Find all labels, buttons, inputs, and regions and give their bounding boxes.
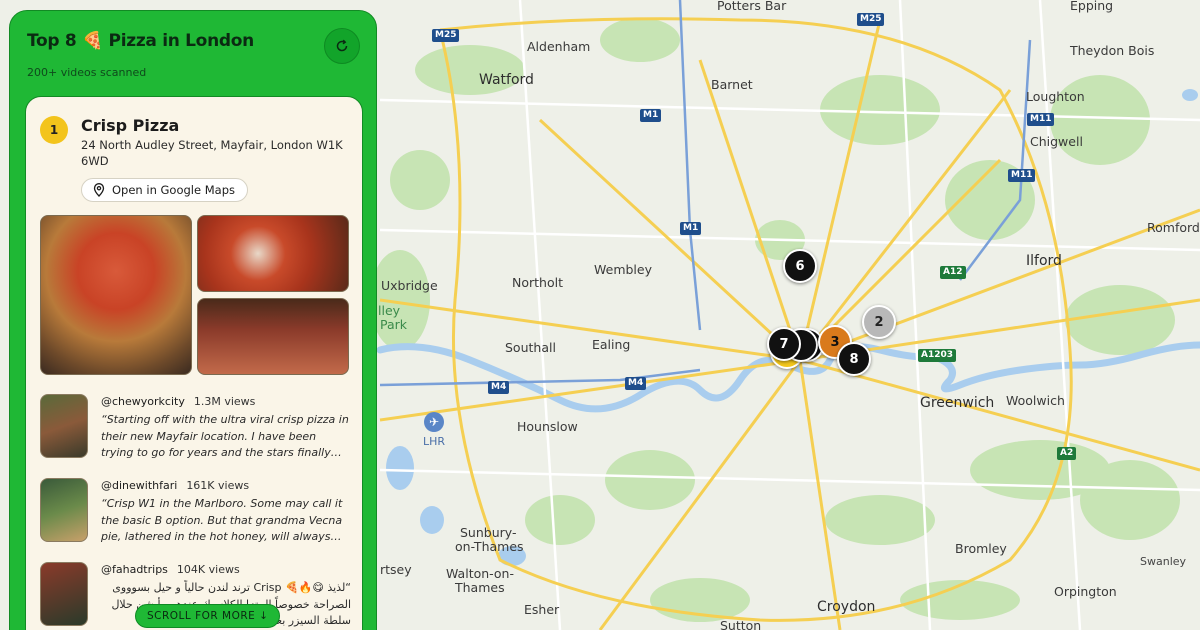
place-label: Epping [1070, 0, 1114, 13]
view-count: 161K views [186, 479, 250, 492]
place-label: Potters Bar [717, 0, 787, 13]
road-shield: M4 [625, 377, 647, 390]
airport-label: LHR [422, 435, 446, 448]
place-label: Thames [455, 580, 505, 595]
review-meta: @chewyorkcity 1.3M views [101, 395, 255, 408]
place-label: Loughton [1026, 89, 1085, 104]
pizza-photo[interactable] [40, 215, 192, 375]
road-shield: M25 [857, 13, 885, 26]
creator-handle[interactable]: @dinewithfari [101, 479, 177, 492]
creator-handle[interactable]: @fahadtrips [101, 563, 168, 576]
rank-badge: 1 [40, 116, 68, 144]
maps-button-label: Open in Google Maps [112, 183, 235, 197]
place-label: Swanley [1140, 555, 1187, 568]
review-quote: “Crisp W1 in the Marlboro. Some may call… [101, 497, 343, 543]
road-shield: M11 [1027, 113, 1055, 126]
pizza-photo[interactable] [197, 215, 349, 292]
place-label: Park [380, 317, 408, 332]
road-shield: M25 [432, 29, 460, 42]
view-count: 1.3M views [193, 395, 256, 408]
place-label: Uxbridge [381, 278, 438, 293]
road-shield: M1 [680, 222, 702, 235]
road-shield: A12 [940, 266, 966, 279]
open-in-google-maps-button[interactable]: Open in Google Maps [81, 178, 248, 202]
results-panel: Top 8 🍕 Pizza in London 200+ videos scan… [9, 10, 377, 630]
place-label: on-Thames [455, 539, 524, 554]
road-shield: M11 [1008, 169, 1036, 182]
review-item[interactable]: @dinewithfari 161K views “Crisp W1 in the… [40, 478, 350, 548]
map-pin-8[interactable]: 8 [837, 342, 871, 376]
place-label: Northolt [512, 275, 563, 290]
road-shield: M4 [488, 381, 510, 394]
place-label: Woolwich [1006, 393, 1065, 408]
place-label: Ealing [592, 337, 631, 352]
place-address: 24 North Audley Street, Mayfair, London … [81, 138, 343, 168]
place-label: Watford [479, 72, 534, 88]
airport-marker: ✈ LHR [418, 412, 450, 448]
video-thumbnail[interactable] [40, 562, 88, 626]
place-name: Crisp Pizza [81, 116, 180, 135]
place-label: Chigwell [1030, 134, 1083, 149]
panel-subtitle: 200+ videos scanned [27, 66, 147, 79]
place-label: Esher [524, 602, 560, 617]
place-card: 1 Crisp Pizza 24 North Audley Street, Ma… [25, 96, 363, 630]
place-label: Croydon [817, 599, 876, 615]
review-meta: @fahadtrips 104K views [101, 563, 240, 576]
map-pin-6[interactable]: 6 [783, 249, 817, 283]
place-label: Orpington [1054, 584, 1117, 599]
place-label: Sutton [720, 618, 762, 630]
refresh-button[interactable] [324, 28, 360, 64]
refresh-icon [336, 39, 348, 52]
panel-header: Top 8 🍕 Pizza in London 200+ videos scan… [27, 31, 359, 79]
place-label: Sunbury- [460, 525, 517, 540]
place-label: Ilford [1026, 253, 1062, 269]
place-label: rtsey [380, 562, 412, 577]
place-label: Greenwich [920, 395, 995, 411]
creator-handle[interactable]: @chewyorkcity [101, 395, 185, 408]
place-label: Theydon Bois [1070, 43, 1155, 58]
place-label: Hounslow [517, 419, 578, 434]
place-label: Aldenham [527, 39, 591, 54]
place-label: lley [378, 303, 401, 318]
place-label: Southall [505, 340, 556, 355]
video-thumbnail[interactable] [40, 478, 88, 542]
map-pin-2[interactable]: 2 [862, 305, 896, 339]
review-meta: @dinewithfari 161K views [101, 479, 249, 492]
location-pin-icon [93, 183, 105, 197]
place-label: Walton-on- [446, 566, 514, 581]
view-count: 104K views [176, 563, 240, 576]
road-shield: A1203 [918, 349, 957, 362]
video-thumbnail[interactable] [40, 394, 88, 458]
map-pin-7[interactable]: 7 [767, 327, 801, 361]
photo-gallery [40, 215, 350, 377]
road-shield: A2 [1057, 447, 1077, 460]
place-label: Wembley [594, 262, 652, 277]
review-item[interactable]: @chewyorkcity 1.3M views “Starting off wi… [40, 394, 350, 464]
place-label: Barnet [711, 77, 753, 92]
road-shield: M1 [640, 109, 662, 122]
scroll-for-more-button[interactable]: SCROLL FOR MORE ↓ [135, 604, 281, 628]
airplane-icon: ✈ [424, 412, 444, 432]
place-label: Bromley [955, 541, 1007, 556]
panel-title: Top 8 🍕 Pizza in London [27, 31, 254, 51]
review-quote: “Starting off with the ultra viral crisp… [101, 413, 349, 459]
person-eating-photo[interactable] [197, 298, 349, 375]
place-label: Romford [1147, 220, 1200, 235]
